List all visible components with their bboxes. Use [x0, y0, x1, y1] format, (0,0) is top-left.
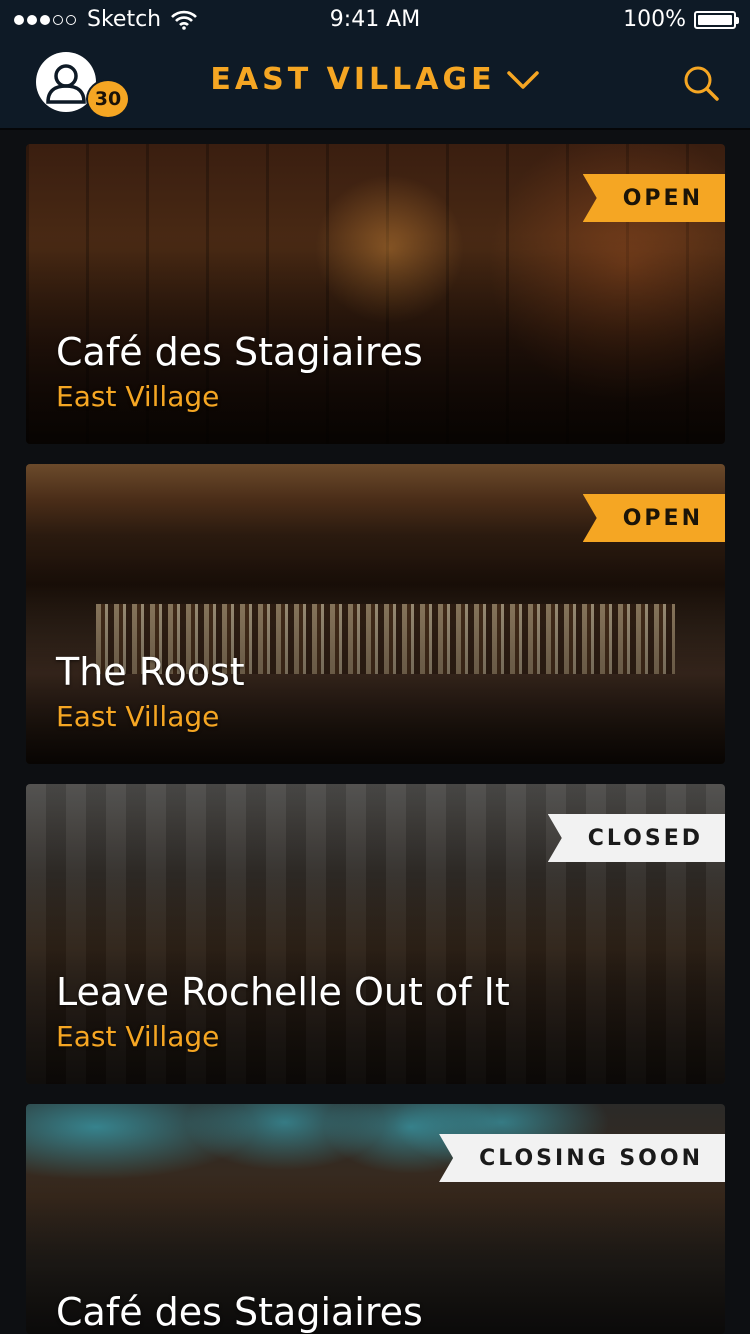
- venue-neighborhood: East Village: [56, 1020, 220, 1053]
- venue-name: Café des Stagiaires: [56, 1290, 423, 1334]
- venue-neighborhood: East Village: [56, 380, 220, 413]
- status-bar: Sketch 9:41 AM 100%: [0, 0, 750, 40]
- chevron-down-icon: [506, 70, 539, 89]
- status-badge: CLOSING SOON: [439, 1134, 725, 1182]
- status-badge: OPEN: [582, 494, 725, 542]
- top-bar: Sketch 9:41 AM 100% 30 EAST VILLAGE: [0, 0, 750, 130]
- venue-name: The Roost: [56, 650, 245, 694]
- search-icon[interactable]: [682, 64, 720, 102]
- venue-card[interactable]: CLOSED Leave Rochelle Out of It East Vil…: [26, 784, 725, 1084]
- venue-card[interactable]: CLOSING SOON Café des Stagiaires: [26, 1104, 725, 1334]
- location-selector[interactable]: EAST VILLAGE: [0, 62, 750, 97]
- status-badge: CLOSED: [547, 814, 725, 862]
- venue-neighborhood: East Village: [56, 700, 220, 733]
- venue-name: Leave Rochelle Out of It: [56, 970, 510, 1014]
- battery-icon: [694, 11, 739, 29]
- status-badge: OPEN: [582, 174, 725, 222]
- venue-card[interactable]: OPEN The Roost East Village: [26, 464, 725, 764]
- venue-name: Café des Stagiaires: [56, 330, 423, 374]
- location-label: EAST VILLAGE: [210, 62, 496, 97]
- venue-card[interactable]: OPEN Café des Stagiaires East Village: [26, 144, 725, 444]
- battery-percentage: 100%: [623, 7, 686, 32]
